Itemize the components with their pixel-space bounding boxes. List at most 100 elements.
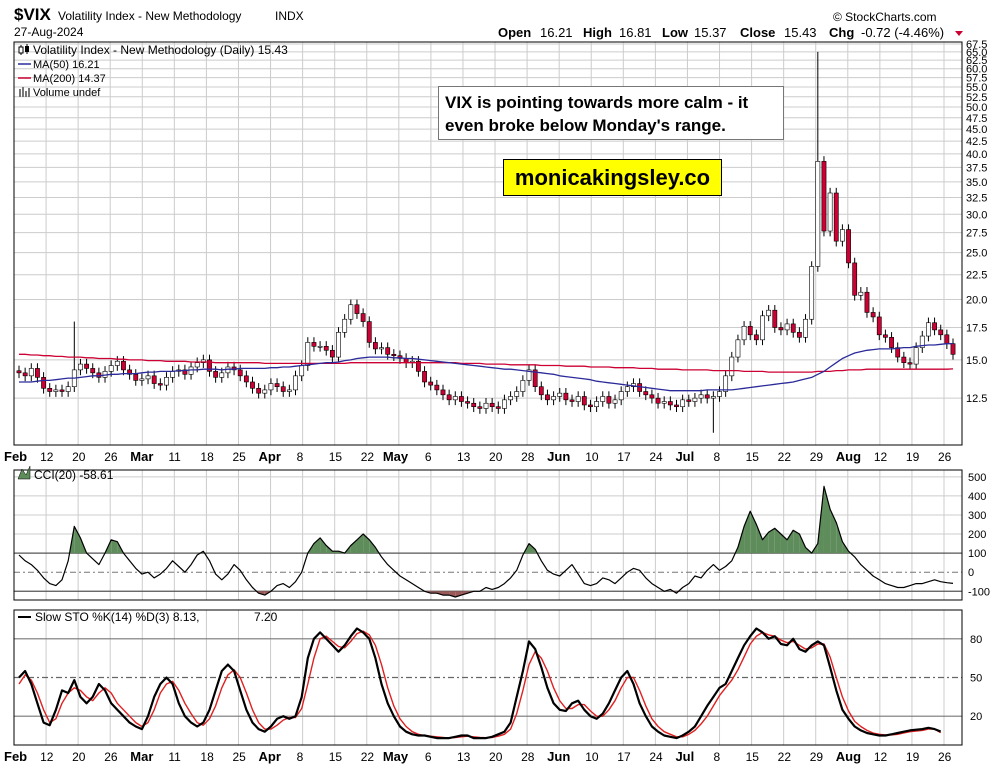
candle-down	[354, 304, 360, 314]
candle-down	[471, 402, 477, 408]
price-tick-label: 12.5	[966, 393, 987, 405]
candle-up	[520, 380, 526, 392]
x-tick-label: Feb	[4, 749, 27, 764]
x-tick-label: Feb	[4, 449, 27, 464]
x-tick-label: 10	[585, 450, 599, 464]
candle-down	[833, 192, 839, 242]
x-tick-label: 24	[649, 750, 663, 764]
candle-up	[286, 389, 292, 392]
x-tick-label: Apr	[259, 749, 281, 764]
x-tick-label: 13	[457, 750, 471, 764]
candle-up	[194, 362, 200, 368]
candle-up	[815, 161, 821, 267]
candle-up	[803, 318, 808, 338]
x-tick-label: 6	[425, 750, 432, 764]
x-tick-label: Jul	[675, 449, 694, 464]
x-tick-label: 8	[297, 450, 304, 464]
candle-up	[53, 389, 59, 392]
candle-up	[710, 396, 716, 399]
candle-up	[28, 368, 34, 377]
candle-up	[913, 347, 919, 365]
x-tick-label: Jun	[547, 749, 570, 764]
x-tick-label: 26	[938, 450, 952, 464]
price-tick-label: 45.0	[966, 124, 987, 136]
x-tick-label: 29	[810, 750, 824, 764]
x-tick-label: 19	[906, 450, 920, 464]
candle-down	[213, 371, 219, 378]
candle-down	[796, 332, 802, 338]
main-legend: Volatility Index - New Methodology (Dail…	[33, 43, 288, 57]
candle-down	[459, 396, 464, 402]
candle-down	[256, 387, 262, 394]
x-tick-label: Jun	[547, 449, 570, 464]
chg-label: Chg	[829, 25, 854, 40]
candle-up	[809, 266, 815, 320]
ma200-line	[19, 353, 954, 373]
open-value: 16.21	[540, 25, 573, 40]
x-tick-label: 29	[810, 450, 824, 464]
x-tick-label: 12	[874, 450, 888, 464]
x-tick-label: 19	[906, 750, 920, 764]
candle-up	[858, 291, 864, 296]
candle-up	[661, 401, 667, 404]
candle-down	[47, 387, 53, 392]
candle-up	[760, 315, 765, 341]
candle-up	[612, 399, 618, 404]
candle-down	[422, 371, 427, 383]
x-tick-label: 15	[329, 750, 343, 764]
candle-down	[889, 337, 894, 348]
exchange: INDX	[275, 9, 304, 23]
ticker-symbol: $VIX	[14, 5, 52, 24]
candle-down	[121, 360, 126, 371]
candle-up	[293, 375, 298, 391]
price-tick-label: 67.5	[966, 39, 987, 51]
candle-up	[502, 399, 507, 409]
candle-up	[717, 391, 722, 397]
x-tick-label: 26	[104, 450, 118, 464]
cci-tick-label: -100	[968, 586, 990, 598]
x-tick-label: 26	[104, 750, 118, 764]
candle-legend-icon	[18, 44, 29, 55]
low-value: 15.37	[694, 25, 727, 40]
price-tick-label: 15.0	[966, 355, 987, 367]
down-arrow-icon	[955, 31, 963, 36]
x-tick-label: Aug	[836, 449, 861, 464]
high-label: High	[583, 25, 612, 40]
candle-down	[846, 229, 851, 264]
x-tick-label: 11	[168, 750, 181, 764]
candle-down	[569, 399, 575, 402]
y-tick-labels: 12.5 15.0 17.5 20.0 22.5 25.0 27.5 30.0 32.5 35.0…	[966, 39, 990, 723]
candle-up	[723, 375, 729, 392]
price-tick-label: 47.5	[966, 113, 987, 125]
candle-down	[864, 291, 870, 313]
price-tick-label: 17.5	[966, 322, 987, 334]
x-tick-label: 28	[521, 450, 535, 464]
candle-down	[35, 368, 40, 378]
candle-up	[729, 356, 735, 377]
candle-down	[581, 396, 587, 406]
candle-down	[243, 375, 249, 383]
candle-down	[821, 161, 827, 232]
candle-up	[839, 229, 845, 242]
candle-up	[618, 391, 624, 401]
candle-down	[495, 406, 501, 409]
x-tick-label: 24	[649, 450, 663, 464]
candle-up	[348, 304, 354, 320]
candle-down	[753, 334, 759, 341]
candle-up	[139, 378, 145, 381]
sto-legend: Slow STO %K(14) %D(3) 8.13,	[35, 610, 200, 624]
candle-up	[268, 383, 274, 391]
price-tick-label: 40.0	[966, 149, 987, 161]
candle-down	[588, 404, 593, 408]
candle-down	[237, 369, 243, 377]
x-tick-label: 17	[617, 450, 631, 464]
candle-down	[385, 347, 391, 355]
cci-tick-label: 300	[968, 510, 986, 522]
candle-up	[164, 377, 169, 386]
candle-down	[311, 342, 317, 347]
x-tick-label: 15	[746, 450, 760, 464]
candle-down	[704, 394, 710, 399]
grid-lines	[13, 42, 962, 745]
close-label: Close	[740, 25, 775, 40]
candle-down	[932, 322, 937, 331]
